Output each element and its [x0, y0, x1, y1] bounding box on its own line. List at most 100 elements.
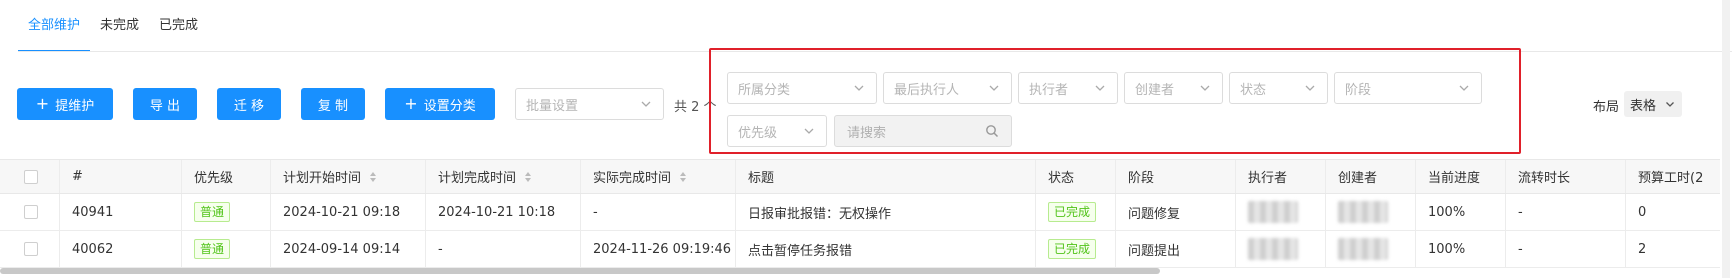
plus-icon: + — [404, 94, 418, 113]
total-count: 共 2 个 — [674, 100, 717, 115]
export-button[interactable]: 导 出 — [133, 88, 197, 120]
stage-filter-label: 阶段 — [1345, 82, 1372, 98]
row-plan-finish: - — [426, 231, 581, 267]
add-maintenance-label: 提维护 — [55, 98, 95, 114]
row-plan-start: 2024-09-14 09:14 — [271, 231, 426, 267]
category-filter[interactable]: 所属分类 — [727, 72, 877, 104]
set-category-button[interactable]: + 设置分类 — [385, 88, 495, 120]
row-priority: 普通 — [182, 231, 271, 267]
migrate-button[interactable]: 迁 移 — [217, 88, 281, 120]
horizontal-scrollbar[interactable] — [0, 268, 1160, 274]
sort-icon[interactable] — [369, 171, 377, 183]
row-priority: 普通 — [182, 194, 271, 230]
row-title[interactable]: 点击暂停任务报错 — [736, 231, 1036, 267]
header-id: # — [60, 160, 182, 193]
chevron-down-icon — [1200, 85, 1210, 91]
priority-badge: 普通 — [194, 239, 231, 259]
tab-unfinished[interactable]: 未完成 — [90, 0, 149, 52]
header-stage: 阶段 — [1116, 160, 1236, 193]
row-actual-finish: 2024-11-26 09:19:46 — [581, 231, 736, 267]
creator-filter[interactable]: 创建者 — [1124, 72, 1223, 104]
vertical-scrollbar[interactable] — [1722, 0, 1730, 278]
add-maintenance-button[interactable]: + 提维护 — [17, 88, 113, 120]
batch-settings-select[interactable]: 批量设置 — [515, 88, 664, 120]
priority-badge: 普通 — [194, 202, 231, 222]
chevron-down-icon — [1459, 85, 1469, 91]
row-select-cell — [0, 194, 60, 230]
header-actual-finish[interactable]: 实际完成时间 — [581, 160, 736, 193]
row-executor — [1236, 194, 1326, 230]
row-plan-finish: 2024-10-21 10:18 — [426, 194, 581, 230]
header-executor: 执行者 — [1236, 160, 1326, 193]
chevron-down-icon — [641, 101, 651, 107]
select-all-checkbox[interactable] — [24, 169, 38, 184]
header-title: 标题 — [736, 160, 1036, 193]
table-row[interactable]: 40941 普通 2024-10-21 09:18 2024-10-21 10:… — [0, 194, 1720, 231]
row-progress: 100% — [1416, 194, 1506, 230]
tab-all[interactable]: 全部维护 — [18, 0, 91, 52]
sort-icon[interactable] — [524, 171, 532, 183]
table-header: # 优先级 计划开始时间 计划完成时间 实际完成时间 标题 状态 阶段 执行者 … — [0, 159, 1720, 194]
layout-select[interactable]: 表格 — [1624, 91, 1682, 117]
stage-filter[interactable]: 阶段 — [1334, 72, 1482, 104]
chevron-down-icon — [1095, 85, 1105, 91]
blurred-avatar — [1248, 238, 1298, 260]
chevron-down-icon — [804, 128, 814, 134]
header-plan-finish-label: 计划完成时间 — [438, 171, 517, 186]
row-checkbox[interactable] — [24, 205, 38, 219]
row-stage: 问题提出 — [1116, 231, 1236, 267]
chevron-down-icon — [854, 85, 864, 91]
status-filter-label: 状态 — [1240, 82, 1267, 98]
chevron-down-icon — [989, 85, 999, 91]
search-placeholder: 请搜索 — [847, 125, 887, 141]
status-filter[interactable]: 状态 — [1229, 72, 1328, 104]
chevron-down-icon — [1305, 85, 1315, 91]
table-row[interactable]: 40062 普通 2024-09-14 09:14 - 2024-11-26 0… — [0, 231, 1720, 268]
last-executor-filter[interactable]: 最后执行人 — [883, 72, 1012, 104]
status-tabs: 全部维护 未完成 已完成 — [18, 0, 208, 52]
header-flow-time: 流转时长 — [1506, 160, 1626, 193]
header-plan-start-label: 计划开始时间 — [283, 171, 362, 186]
tab-finished[interactable]: 已完成 — [149, 0, 208, 52]
batch-settings-placeholder: 批量设置 — [526, 98, 579, 114]
select-all-cell — [0, 160, 60, 193]
executor-filter[interactable]: 执行者 — [1018, 72, 1118, 104]
copy-button[interactable]: 复 制 — [301, 88, 365, 120]
row-executor — [1236, 231, 1326, 267]
row-budget-hours: 0 — [1638, 204, 1647, 220]
row-creator — [1326, 194, 1416, 230]
priority-filter-label: 优先级 — [738, 125, 778, 141]
priority-filter[interactable]: 优先级 — [727, 115, 827, 147]
blurred-avatar — [1248, 201, 1298, 223]
search-input[interactable]: 请搜索 — [834, 115, 1012, 147]
blurred-avatar — [1338, 238, 1388, 260]
row-flow-time: - — [1506, 231, 1626, 267]
header-plan-finish[interactable]: 计划完成时间 — [426, 160, 581, 193]
status-badge: 已完成 — [1048, 202, 1097, 222]
row-id: 40941 — [60, 194, 182, 230]
row-creator — [1326, 231, 1416, 267]
header-status: 状态 — [1036, 160, 1116, 193]
search-icon[interactable] — [985, 124, 999, 138]
row-status: 已完成 — [1036, 231, 1116, 267]
header-plan-start[interactable]: 计划开始时间 — [271, 160, 426, 193]
set-category-label: 设置分类 — [423, 98, 476, 114]
plus-icon: + — [35, 94, 50, 113]
row-actual-finish: - — [581, 194, 736, 230]
category-filter-label: 所属分类 — [738, 82, 791, 98]
row-id: 40062 — [60, 231, 182, 267]
row-checkbox[interactable] — [24, 242, 38, 256]
layout-select-value: 表格 — [1630, 98, 1657, 114]
row-select-cell — [0, 231, 60, 267]
status-badge: 已完成 — [1048, 239, 1097, 259]
layout-label: 布局 — [1593, 100, 1620, 115]
row-progress: 100% — [1416, 231, 1506, 267]
header-actual-finish-label: 实际完成时间 — [593, 171, 672, 186]
header-creator: 创建者 — [1326, 160, 1416, 193]
sort-icon[interactable] — [679, 171, 687, 183]
row-budget-hours: 2 — [1638, 241, 1647, 257]
header-progress: 当前进度 — [1416, 160, 1506, 193]
header-priority: 优先级 — [182, 160, 271, 193]
row-stage: 问题修复 — [1116, 194, 1236, 230]
row-title[interactable]: 日报审批报错：无权操作 — [736, 194, 1036, 230]
